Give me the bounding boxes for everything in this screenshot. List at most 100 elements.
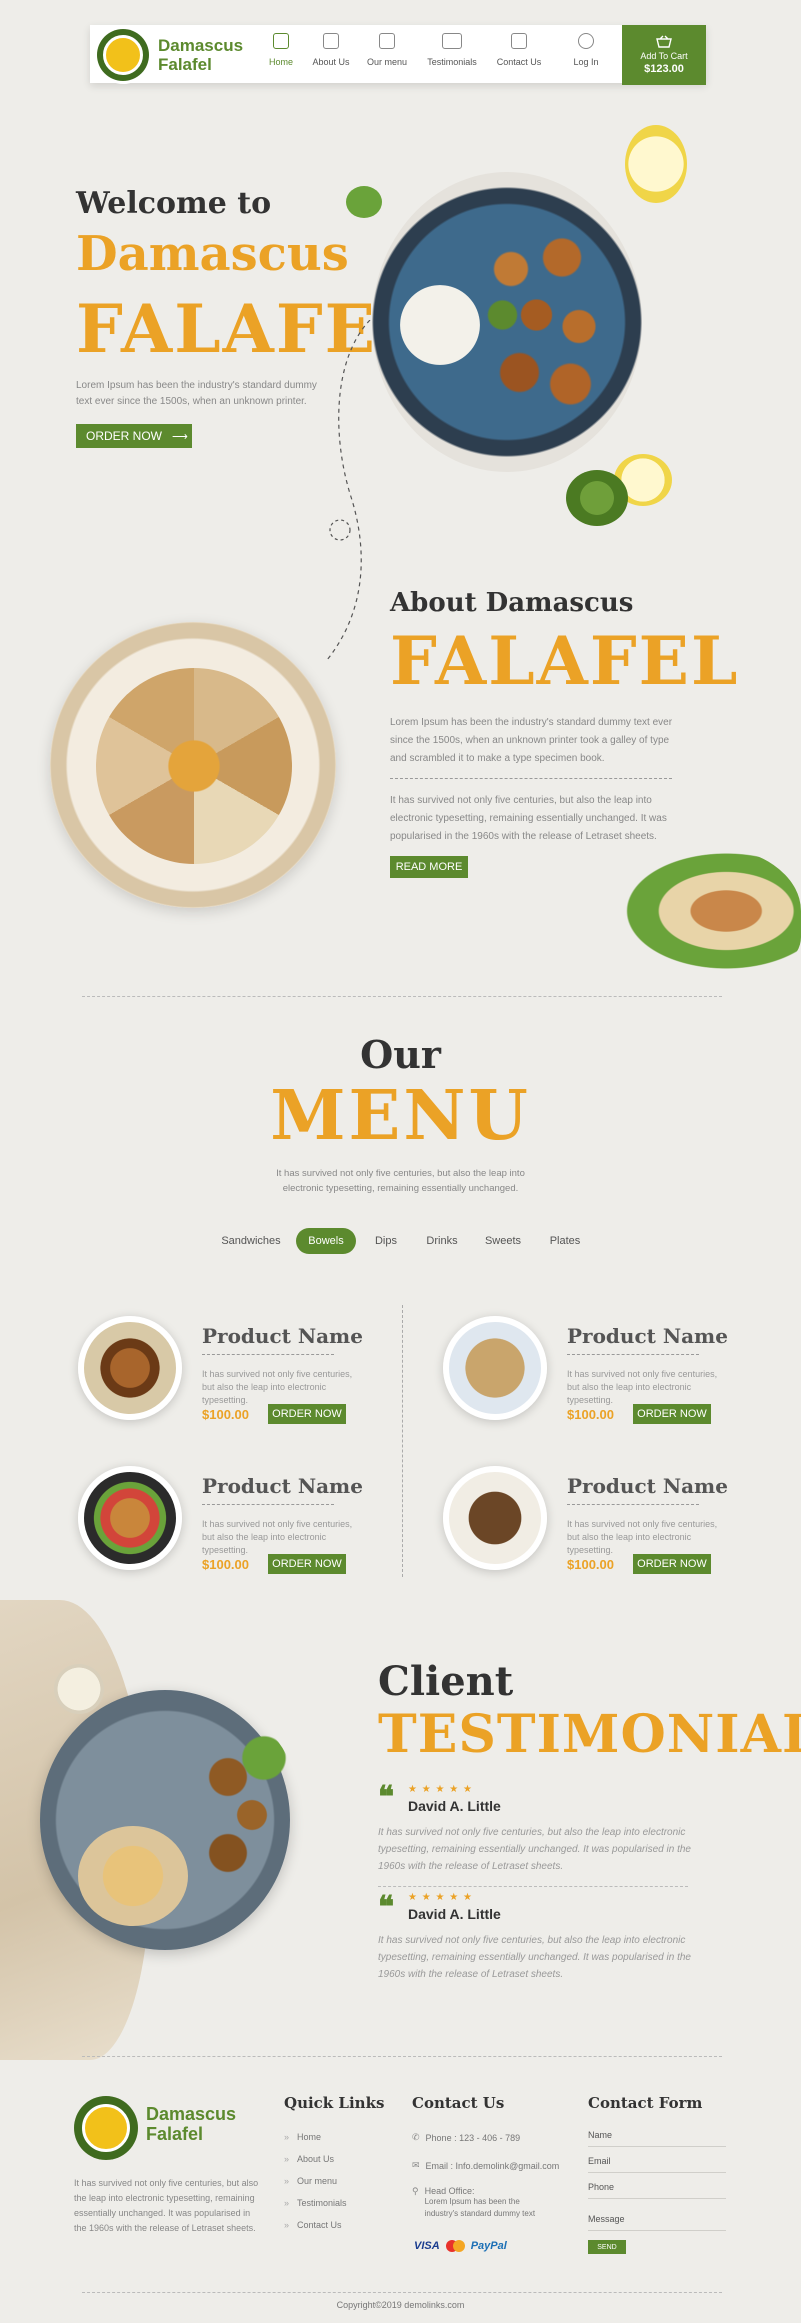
quick-link-our-menu[interactable]: » Our menu [284,2170,347,2192]
visa-icon: VISA [414,2240,440,2252]
product-image[interactable] [78,1466,182,1570]
testimonial-author: David A. Little [408,1906,501,1922]
double-chevron-icon: » [284,2220,290,2230]
section-divider [82,2056,722,2057]
menu-heading: Our [360,1032,441,1077]
user-circle-icon [578,33,594,49]
double-chevron-icon: » [284,2176,290,2186]
quick-link-home[interactable]: » Home [284,2126,347,2148]
contact-us-title: Contact Us [412,2094,505,2112]
nav-contact-us[interactable]: Contact Us [488,33,550,75]
nav-testimonials[interactable]: Testimonials [421,33,483,75]
phone-field[interactable]: Phone [588,2182,726,2214]
tab-sweets[interactable]: Sweets [476,1228,530,1254]
send-button[interactable]: SEND [588,2240,626,2254]
product-image[interactable] [78,1316,182,1420]
contact-form: Name Email Phone Message [588,2130,726,2242]
order-now-button[interactable]: ORDER NOW [268,1554,346,1574]
quick-link-contact-us[interactable]: » Contact Us [284,2214,347,2236]
contact-form-title: Contact Form [588,2094,703,2112]
home-icon [273,33,289,49]
testimonial-divider [378,1886,688,1887]
tab-drinks[interactable]: Drinks [416,1228,468,1254]
hero-welcome: Welcome to [76,186,272,221]
product-price: $100.00 [202,1557,249,1572]
document-icon [323,33,339,49]
name-field[interactable]: Name [588,2130,726,2156]
hero-title-damascus: Damascus [76,226,349,282]
product-name[interactable]: Product Name [567,1324,728,1348]
testimonials-heading: Client [378,1658,514,1705]
broccoli-image [566,470,628,526]
double-chevron-icon: » [284,2154,290,2164]
product-name[interactable]: Product Name [567,1474,728,1498]
about-text-2: It has survived not only five centuries,… [390,795,667,842]
quick-links-title: Quick Links [284,2094,385,2112]
nav-our-menu[interactable]: Our menu [356,33,418,75]
testimonials-title: TESTIMONIALS [378,1704,801,1765]
tab-sandwiches[interactable]: Sandwiches [214,1228,288,1254]
read-more-button[interactable]: READ MORE [390,856,468,878]
double-chevron-icon: » [284,2132,290,2142]
product-image[interactable] [443,1466,547,1570]
arrow-right-icon: ⟶ [172,430,188,443]
product-name[interactable]: Product Name [202,1324,363,1348]
hero-text: Lorem Ipsum has been the industry's stan… [76,380,317,407]
sesame-bowl-image [54,1664,104,1714]
rating-stars: ★ ★ ★ ★ ★ [408,1784,473,1795]
footer-logo[interactable] [74,2096,138,2160]
product-price: $100.00 [567,1557,614,1572]
payment-icons: VISA PayPal [414,2240,507,2252]
hummus-bowl-image [78,1826,188,1926]
order-now-button[interactable]: ORDER NOW [633,1404,711,1424]
mastercard-icon [445,2240,465,2252]
section-divider [82,996,722,997]
rating-stars: ★ ★ ★ ★ ★ [408,1892,473,1903]
contact-office: ⚲ Head Office: Lorem Ipsum has been the … [412,2186,536,2218]
nav-log-in[interactable]: Log In [555,33,617,75]
quote-icon: ❝ [378,1890,395,1925]
quick-link-about-us[interactable]: » About Us [284,2148,347,2170]
testimonial-text: It has survived not only five centuries,… [378,1935,691,1980]
tab-dips[interactable]: Dips [366,1228,406,1254]
email-field[interactable]: Email [588,2156,726,2182]
add-to-cart-button[interactable]: Add To Cart $123.00 [622,25,706,85]
about-heading: About Damascus [390,588,634,618]
menu-column-divider [402,1305,403,1577]
product-divider [567,1504,699,1505]
footer-divider [82,2292,722,2293]
menu-title: MENU [270,1076,531,1156]
product-divider [567,1354,699,1355]
product-price: $100.00 [202,1407,249,1422]
product-desc: It has survived not only five centuries,… [202,1519,353,1555]
product-image[interactable] [443,1316,547,1420]
hero-order-now-button[interactable]: ORDER NOW ⟶ [76,424,192,448]
product-name[interactable]: Product Name [202,1474,363,1498]
brand-name[interactable]: Damascus Falafel [158,36,243,74]
tab-plates[interactable]: Plates [540,1228,590,1254]
footer-brand-name: Damascus Falafel [146,2104,237,2144]
about-text-1: Lorem Ipsum has been the industry's stan… [390,717,673,764]
menu-text: It has survived not only five centuries,… [276,1168,525,1194]
about-divider [390,778,672,779]
wrap-image [614,846,801,976]
message-field[interactable]: Message [588,2214,726,2242]
copyright: Copyright©2019 demolinks.com [336,2300,465,2310]
menu-jar-icon [379,33,395,49]
falafel-balls-image [180,1720,300,1910]
about-title: FALAFEL [390,622,740,700]
order-now-button[interactable]: ORDER NOW [268,1404,346,1424]
tab-bowels[interactable]: Bowels [296,1228,356,1254]
quick-link-testimonials[interactable]: » Testimonials [284,2192,347,2214]
phone-doc-icon [511,33,527,49]
product-price: $100.00 [567,1407,614,1422]
nav-about-us[interactable]: About Us [300,33,362,75]
order-now-button[interactable]: ORDER NOW [633,1554,711,1574]
contact-phone: ✆ Phone : 123 - 406 - 789 [412,2132,521,2143]
contact-email[interactable]: ✉ Email : Info.demolink@gmail.com [412,2160,559,2171]
sandwich-wedges-image [96,668,292,864]
quick-links-list: » Home » About Us » Our menu » Testimonials … [284,2126,347,2236]
logo[interactable] [94,26,152,84]
double-chevron-icon: » [284,2198,290,2208]
phone-icon: ✆ [412,2132,420,2142]
